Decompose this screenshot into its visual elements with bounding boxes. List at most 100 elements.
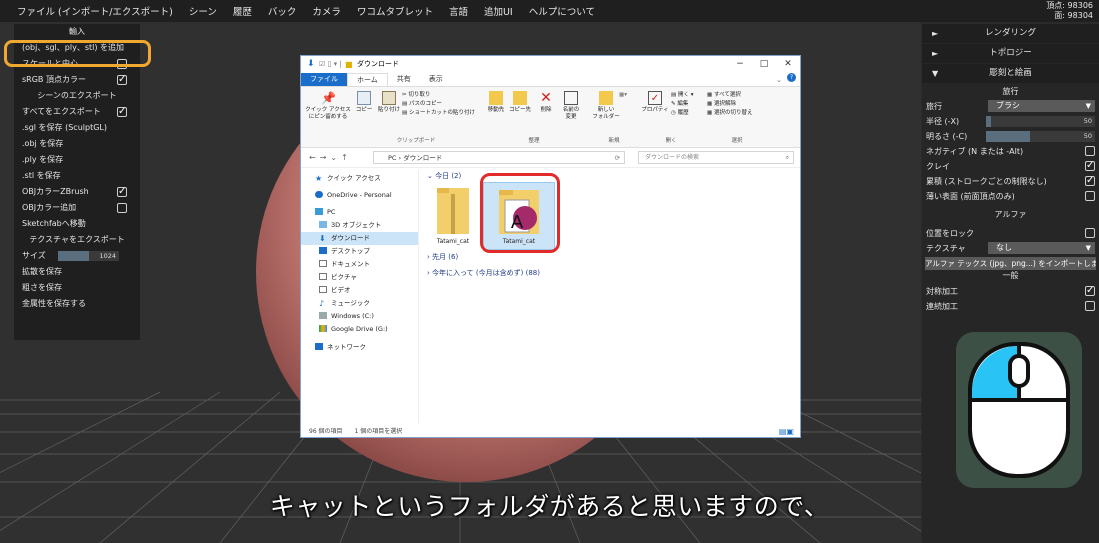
view-toggle-icon[interactable]: ▤▣ [779, 425, 794, 438]
maximize-button[interactable]: □ [752, 56, 776, 73]
file-tatami-zip[interactable]: Tatami_cat [435, 184, 471, 245]
nav-quick-access[interactable]: ★ クイック アクセス [301, 171, 418, 185]
save-sgl-button[interactable]: .sgl を保存 (SculptGL) [14, 120, 140, 136]
symmetry-option[interactable]: 対称加工 [922, 283, 1099, 299]
sketchfab-button[interactable]: Sketchfabへ移動 [14, 216, 140, 232]
properties-button[interactable]: ✓ プロパティ [641, 91, 669, 114]
nav-onedrive[interactable]: OneDrive - Personal [301, 188, 418, 202]
refresh-icon[interactable]: ⟳ [615, 152, 620, 164]
clay-option[interactable]: クレイ [922, 158, 1099, 174]
nav-downloads[interactable]: ⬇ ダウンロード [301, 232, 418, 245]
rendering-header[interactable]: ► レンダリング [922, 24, 1099, 43]
obj-zbrush-option[interactable]: OBJカラーZBrush [14, 184, 140, 200]
paste-button[interactable]: 貼り付け [375, 91, 403, 114]
menu-background[interactable]: バック [260, 4, 305, 18]
new-folder-button[interactable]: 新しい フォルダー [591, 91, 621, 121]
copy-to-button[interactable]: コピー先 [508, 91, 532, 114]
accumulate-option[interactable]: 累積 (ストロークごとの制限なし) [922, 173, 1099, 189]
move-to-button[interactable]: 移動先 [484, 91, 508, 114]
save-stl-button[interactable]: .stl を保存 [14, 168, 140, 184]
delete-button[interactable]: ✕ 削除 [536, 91, 556, 114]
tab-home[interactable]: ホーム [347, 73, 388, 86]
srgb-option[interactable]: sRGB 頂点カラー [14, 72, 140, 88]
negative-option[interactable]: ネガティブ (N または -Alt) [922, 144, 1099, 159]
nav-3d-objects[interactable]: 3D オブジェクト [301, 219, 418, 232]
thin-surface-checkbox[interactable] [1085, 191, 1095, 201]
nav-documents[interactable]: ドキュメント [301, 258, 418, 271]
menu-history[interactable]: 履歴 [225, 4, 260, 18]
save-ply-button[interactable]: .ply を保存 [14, 152, 140, 168]
quick-access-toolbar-icon[interactable]: ☑ ▯ ▾ | [319, 56, 342, 73]
export-all-option[interactable]: すべてをエクスポート [14, 104, 140, 120]
nav-desktop[interactable]: デスクトップ [301, 245, 418, 258]
minimize-button[interactable]: − [728, 56, 752, 73]
menu-wacom[interactable]: ワコムタブレット [349, 4, 441, 18]
pin-quick-access-button[interactable]: 📌 クイック アクセス にピン留めする [305, 91, 351, 121]
continuous-checkbox[interactable] [1085, 301, 1095, 311]
edit-button[interactable]: ✎ 編集 [671, 100, 688, 108]
accumulate-checkbox[interactable] [1085, 173, 1095, 188]
nav-pictures[interactable]: ピクチャ [301, 271, 418, 284]
select-none-button[interactable]: ▦ 選択解除 [707, 100, 736, 108]
copy-button[interactable]: コピー [353, 91, 375, 114]
lock-position-option[interactable]: 位置をロック [922, 226, 1099, 241]
symmetry-checkbox[interactable] [1085, 283, 1095, 298]
menu-help[interactable]: ヘルプについて [521, 4, 603, 18]
menu-file[interactable]: ファイル (インポート/エクスポート) [0, 4, 181, 18]
save-obj-button[interactable]: .obj を保存 [14, 136, 140, 152]
nav-google-drive[interactable]: Google Drive (G:) [301, 323, 418, 336]
paste-shortcut-button[interactable]: ▤ ショートカットの貼り付け [402, 109, 475, 117]
new-item-icon[interactable]: ▦▾ [619, 91, 627, 99]
clay-checkbox[interactable] [1085, 158, 1095, 173]
obj-color-add-checkbox[interactable] [117, 203, 127, 213]
save-metal-button[interactable]: 金属性を保存する [14, 296, 140, 312]
nav-buttons[interactable]: ←→⌄↑ [309, 153, 352, 162]
search-input[interactable]: ダウンロードの検索 ⌕ [638, 151, 794, 164]
tool-select[interactable]: ブラシ ▼ [988, 100, 1095, 112]
rename-button[interactable]: 名前の 変更 [558, 91, 584, 121]
address-bar[interactable]: PC › ダウンロード ⟳ [373, 151, 625, 164]
topology-header[interactable]: ► トポロジー [922, 44, 1099, 63]
sculpt-paint-header[interactable]: ▼ 彫刻と絵画 [922, 64, 1099, 83]
tab-share[interactable]: 共有 [388, 73, 420, 86]
invert-selection-button[interactable]: ▦ 選択の切り替え [707, 109, 752, 117]
save-roughness-button[interactable]: 粗さを保存 [14, 280, 140, 296]
intensity-slider[interactable]: 50 [986, 131, 1095, 142]
address-pc[interactable]: PC [388, 154, 396, 162]
texture-select[interactable]: なし ▼ [988, 242, 1095, 254]
save-diffuse-button[interactable]: 拡散を保存 [14, 264, 140, 280]
continuous-option[interactable]: 連続加工 [922, 299, 1099, 314]
texture-size-slider[interactable]: 1024 [58, 251, 119, 261]
obj-zbrush-checkbox[interactable] [117, 184, 127, 200]
obj-color-add-option[interactable]: OBJカラー追加 [14, 200, 140, 216]
address-downloads[interactable]: ダウンロード [403, 154, 442, 162]
tab-view[interactable]: 表示 [420, 73, 452, 86]
close-button[interactable]: ✕ [776, 56, 800, 73]
alpha-import-button[interactable]: アルファ テックス (jpg、png...) をインポートします [925, 257, 1096, 270]
negative-checkbox[interactable] [1085, 146, 1095, 156]
thin-surface-option[interactable]: 薄い表面 (前面頂点のみ) [922, 189, 1099, 204]
export-all-checkbox[interactable] [117, 104, 127, 120]
tab-file[interactable]: ファイル [301, 73, 347, 86]
menu-camera[interactable]: カメラ [304, 4, 349, 18]
group-last-month[interactable]: › 先月 (6) [427, 252, 458, 262]
nav-network[interactable]: ネットワーク [301, 340, 418, 354]
history-button[interactable]: ◷ 履歴 [671, 109, 689, 117]
nav-pc[interactable]: PC [301, 205, 418, 219]
srgb-checkbox[interactable] [117, 72, 127, 88]
group-today[interactable]: ⌄ 今日 (2) [427, 171, 461, 181]
select-all-button[interactable]: ▦ すべて選択 [707, 91, 741, 99]
nav-music[interactable]: ♪ ミュージック [301, 297, 418, 310]
nav-videos[interactable]: ビデオ [301, 284, 418, 297]
help-icon[interactable]: ? [787, 73, 796, 82]
menu-language[interactable]: 言語 [441, 4, 476, 18]
copy-path-button[interactable]: ▤ パスのコピー [402, 100, 442, 108]
group-this-year[interactable]: › 今年に入って (今月は含めず) (88) [427, 268, 540, 278]
menu-extra-ui[interactable]: 追加UI [476, 4, 521, 18]
cut-button[interactable]: ✂ 切り取り [402, 91, 430, 99]
lock-position-checkbox[interactable] [1085, 228, 1095, 238]
nav-windows-c[interactable]: Windows (C:) [301, 310, 418, 323]
radius-slider[interactable]: 50 [986, 116, 1095, 127]
menu-scene[interactable]: シーン [181, 4, 225, 18]
open-button[interactable]: ▤ 開く ▾ [671, 91, 693, 99]
